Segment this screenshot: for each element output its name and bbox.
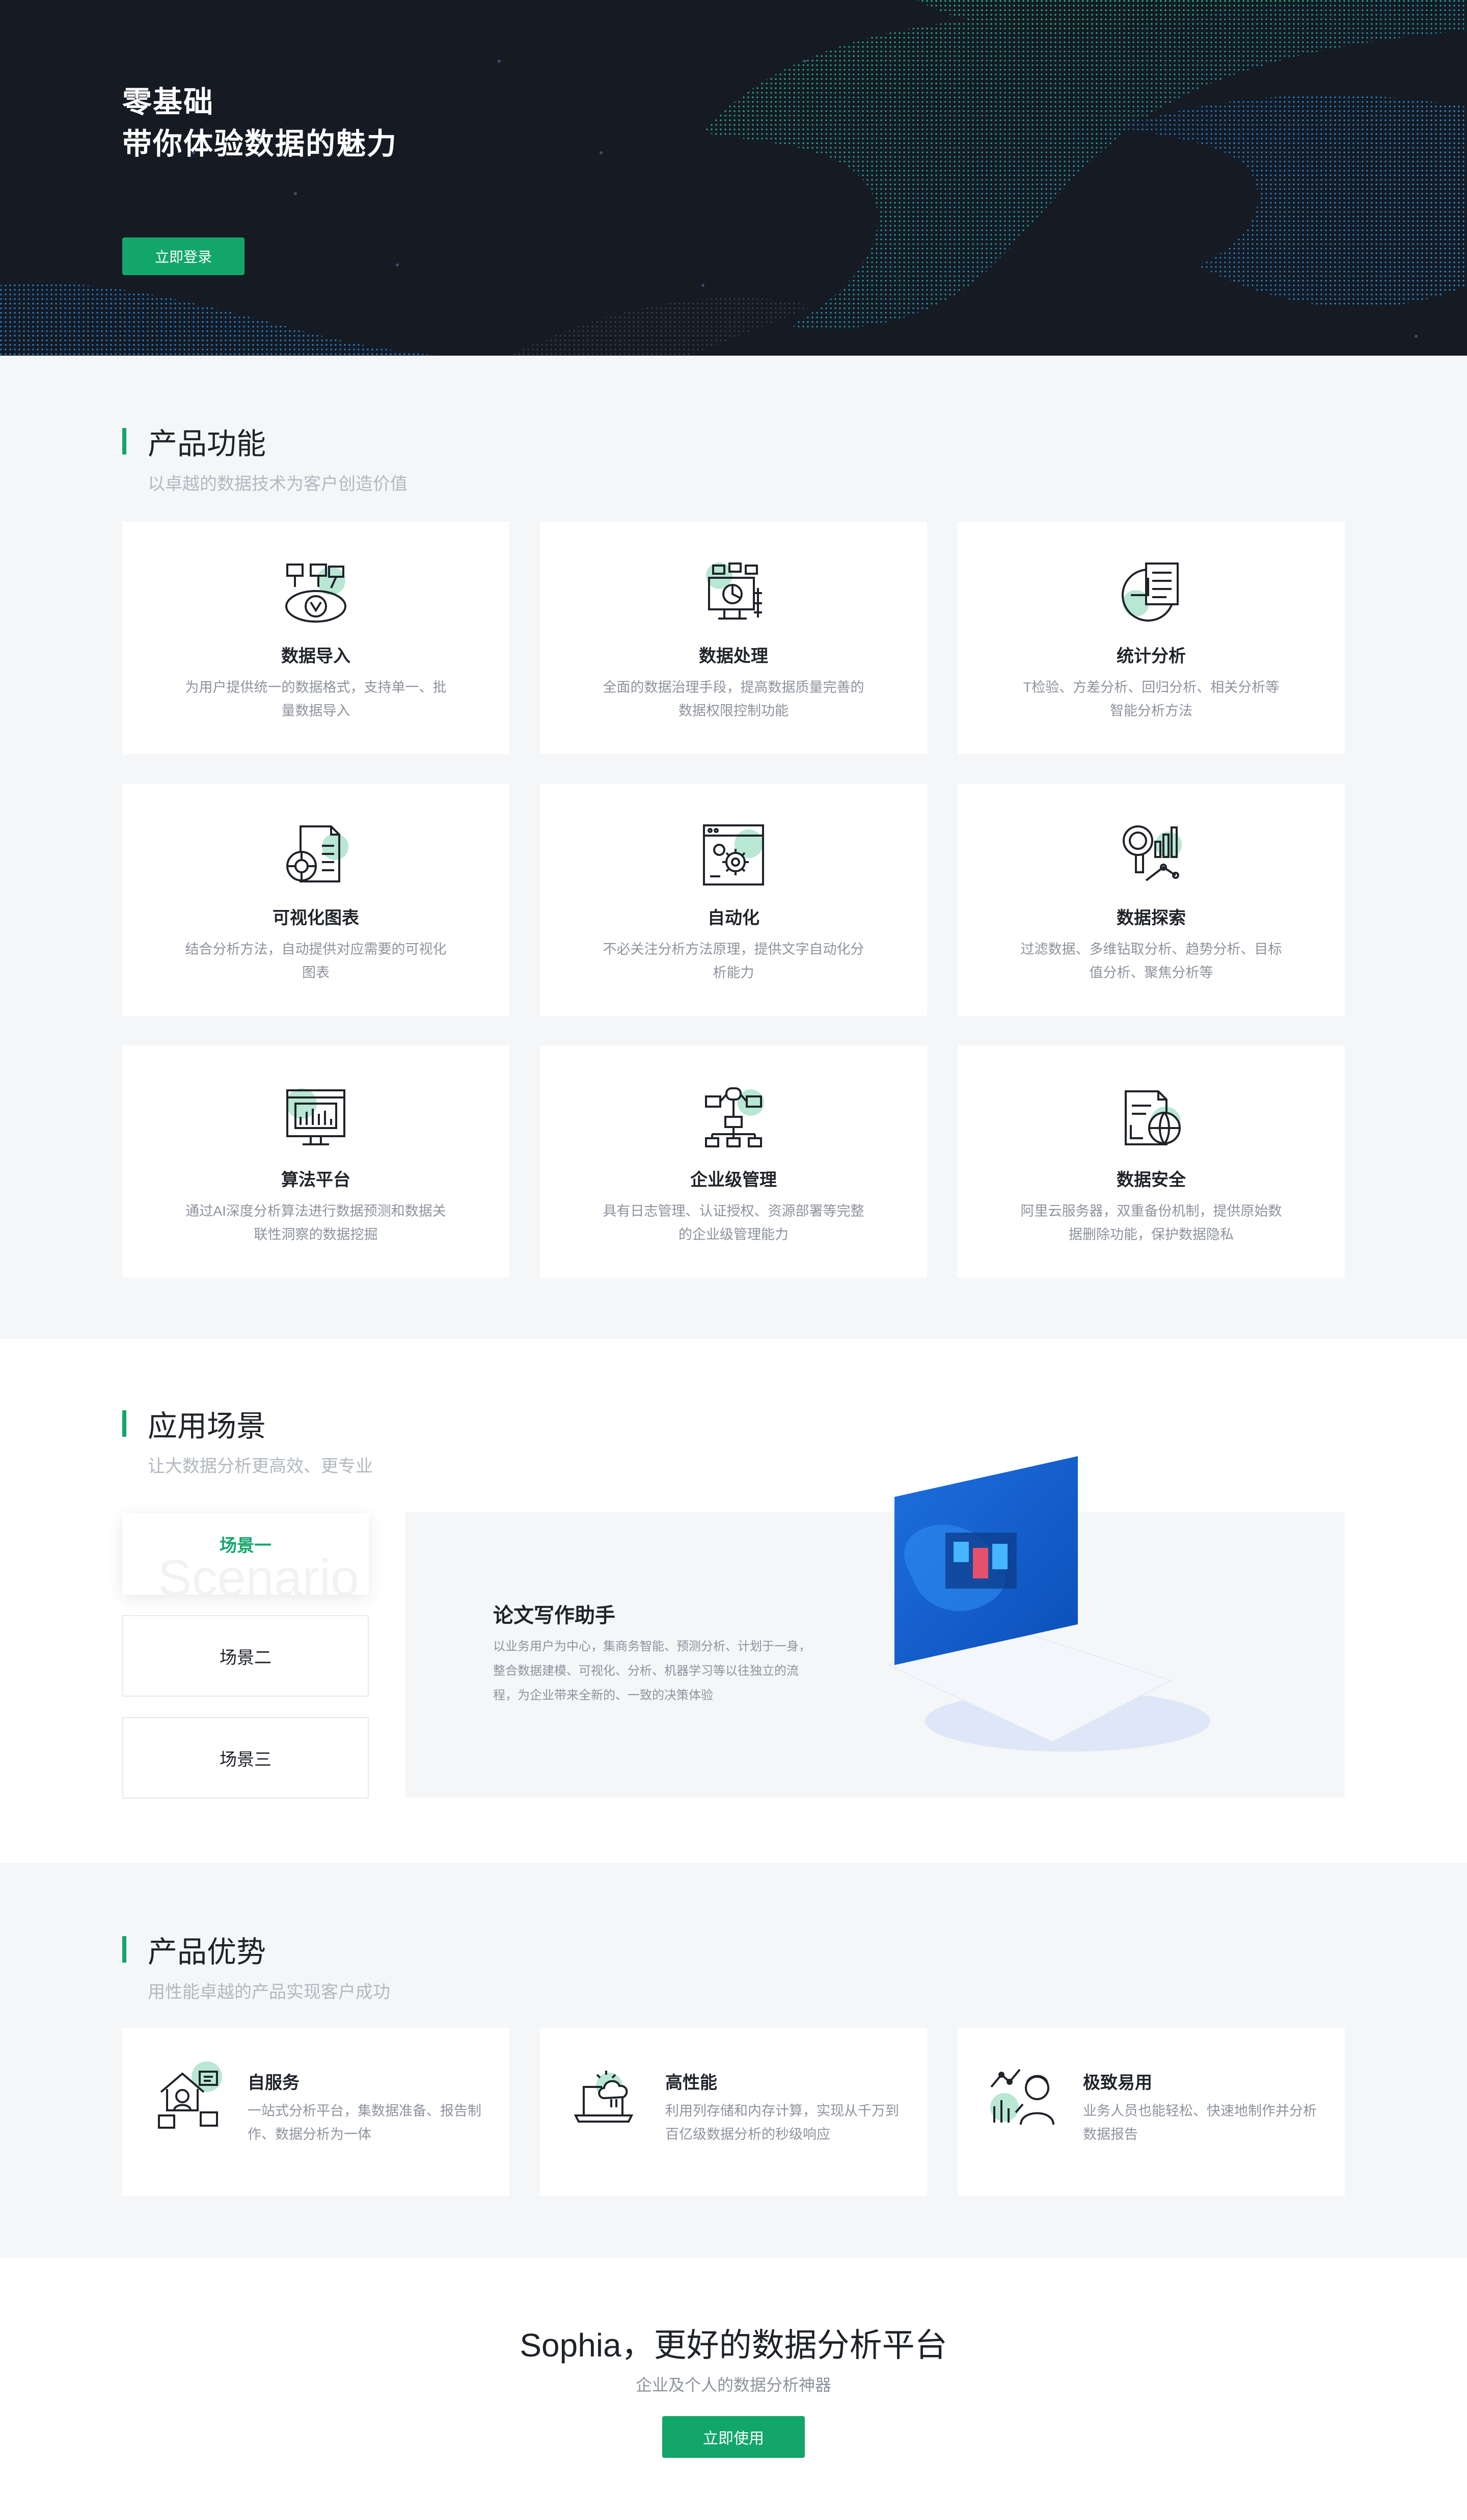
advantage-title: 自服务 [248,2073,300,2093]
feature-desc: 过滤数据、多维钻取分析、趋势分析、目标值分析、聚焦分析等 [1020,942,1282,980]
feature-title: 企业级管理 [690,1170,777,1190]
statistics-icon [1122,562,1179,622]
org-chart-icon [705,1087,764,1147]
feature-title: 数据安全 [1117,1170,1186,1190]
advantage-title: 高性能 [665,2073,717,2093]
feature-desc: 全面的数据治理手段，提高数据质量完善的数据权限控制功能 [603,680,864,718]
self-service-house-icon [158,2061,222,2129]
data-explore-icon [1123,825,1182,881]
advantages-subtitle: 用性能卓越的产品实现客户成功 [148,1982,390,2002]
scenarios-heading: 应用场景 [122,1402,266,1445]
scenario-desc: 以业务用户为中心，集商务智能、预测分析、计划于一身，整合数据建模、可视化、分析、… [493,1640,811,1702]
advantages-heading: 产品优势 [122,1928,266,1971]
scenarios-section: 应用场景 让大数据分析更高效、更专业 Scenario 场景一 场景二 场景三 … [0,1339,1467,1863]
heading-accent-bar [122,428,126,454]
feature-card-visual-charts[interactable]: 可视化图表 结合分析方法，自动提供对应需要的可视化图表 [122,784,509,1016]
scenario-title: 论文写作助手 [493,1604,615,1627]
feature-card-data-explore[interactable]: 数据探索 过滤数据、多维钻取分析、趋势分析、目标值分析、聚焦分析等 [958,784,1345,1016]
laptop-illustration [887,1456,1210,1752]
scenarios-title: 应用场景 [148,1410,266,1443]
data-import-icon [285,564,346,623]
hero-banner: 零基础 带你体验数据的魅力 立即登录 [0,0,1467,356]
feature-title: 数据探索 [1117,908,1186,928]
features-title: 产品功能 [148,427,266,461]
advantage-card-performance[interactable]: 高性能 利用列存储和内存计算，实现从千万到百亿级数据分析的秒级响应 [540,2028,927,2196]
feature-card-enterprise[interactable]: 企业级管理 具有日志管理、认证授权、资源部署等完整的企业级管理能力 [540,1045,927,1278]
tab-label: 场景三 [220,1750,271,1770]
feature-desc: 通过AI深度分析算法进行数据预测和数据关联性洞察的数据挖掘 [185,1203,446,1242]
feature-desc: 不必关注分析方法原理，提供文字自动化分析能力 [603,942,864,980]
advantages-section: 产品优势 用性能卓越的产品实现客户成功 自服务 一站式分析平台，集数据准备、报告… [0,1863,1467,2258]
features-section: 产品功能 以卓越的数据技术为客户创造价值 数据导入 为用户提供统一的数据格式，支… [0,356,1467,1339]
feature-title: 数据导入 [281,647,350,666]
cta-section: Sophia，更好的数据分析平台 企业及个人的数据分析神器 立即使用 [0,2258,1467,2520]
features-subtitle: 以卓越的数据技术为客户创造价值 [148,474,408,494]
advantages-title: 产品优势 [148,1936,266,1969]
feature-title: 自动化 [708,908,759,928]
hero-title-line-2: 带你体验数据的魅力 [122,127,398,160]
chart-report-icon [286,825,348,882]
heading-accent-bar [122,1410,126,1437]
data-security-icon [1125,1090,1181,1145]
feature-desc: 阿里云服务器，双重备份机制，提供原始数据删除功能，保护数据隐私 [1020,1203,1282,1242]
feature-card-automation[interactable]: 自动化 不必关注分析方法原理，提供文字自动化分析能力 [540,784,927,1016]
automation-gear-icon [703,824,764,886]
start-using-button[interactable]: 立即使用 [662,2416,805,2458]
feature-title: 可视化图表 [273,908,359,928]
feature-card-data-processing[interactable]: 数据处理 全面的数据治理手段，提高数据质量完善的数据权限控制功能 [540,522,927,754]
algorithm-monitor-icon [286,1088,345,1145]
tab-scenario-2[interactable]: 场景二 [122,1615,369,1697]
tab-label: 场景一 [220,1536,271,1556]
advantage-title: 极致易用 [1083,2073,1152,2093]
feature-title: 数据处理 [699,647,768,666]
advantage-desc: 利用列存储和内存计算，实现从千万到百亿级数据分析的秒级响应 [665,2103,899,2142]
feature-title: 算法平台 [281,1170,350,1190]
login-button[interactable]: 立即登录 [122,237,244,275]
features-heading: 产品功能 [122,420,266,463]
feature-card-data-security[interactable]: 数据安全 阿里云服务器，双重备份机制，提供原始数据删除功能，保护数据隐私 [958,1045,1345,1278]
advantage-card-easy-use[interactable]: 极致易用 业务人员也能轻松、快速地制作并分析数据报告 [958,2028,1345,2196]
feature-title: 统计分析 [1117,647,1186,666]
cloud-laptop-icon [574,2071,634,2123]
scenarios-subtitle: 让大数据分析更高效、更专业 [148,1457,373,1476]
feature-card-algorithm[interactable]: 算法平台 通过AI深度分析算法进行数据预测和数据关联性洞察的数据挖掘 [122,1045,509,1278]
scenario-panel: 论文写作助手 以业务用户为中心，集商务智能、预测分析、计划于一身，整合数据建模、… [405,1456,1345,1798]
cta-title: Sophia，更好的数据分析平台 [520,2327,947,2364]
advantage-desc: 一站式分析平台，集数据准备、报告制作、数据分析为一体 [248,2103,481,2142]
feature-desc: 结合分析方法，自动提供对应需要的可视化图表 [185,942,447,980]
tab-scenario-1[interactable]: Scenario 场景一 [122,1513,369,1595]
easy-user-icon [990,2069,1054,2125]
feature-card-statistics[interactable]: 统计分析 T检验、方差分析、回归分析、相关分析等智能分析方法 [958,522,1345,754]
cta-subtitle: 企业及个人的数据分析神器 [635,2376,831,2394]
feature-card-data-import[interactable]: 数据导入 为用户提供统一的数据格式，支持单一、批量数据导入 [122,522,509,754]
hero-headline: 零基础 带你体验数据的魅力 [122,82,397,165]
feature-desc: 为用户提供统一的数据格式，支持单一、批量数据导入 [185,680,447,718]
heading-accent-bar [122,1936,126,1963]
particle-wave-illustration [0,0,1467,356]
advantage-desc: 业务人员也能轻松、快速地制作并分析数据报告 [1083,2103,1317,2142]
hero-title-line-1: 零基础 [122,86,214,119]
feature-desc: T检验、方差分析、回归分析、相关分析等智能分析方法 [1023,680,1280,718]
advantage-card-self-service[interactable]: 自服务 一站式分析平台，集数据准备、报告制作、数据分析为一体 [122,2028,509,2196]
feature-desc: 具有日志管理、认证授权、资源部署等完整的企业级管理能力 [603,1203,864,1242]
data-processing-icon [706,562,762,620]
tab-label: 场景二 [220,1648,271,1668]
tab-scenario-3[interactable]: 场景三 [122,1717,369,1799]
